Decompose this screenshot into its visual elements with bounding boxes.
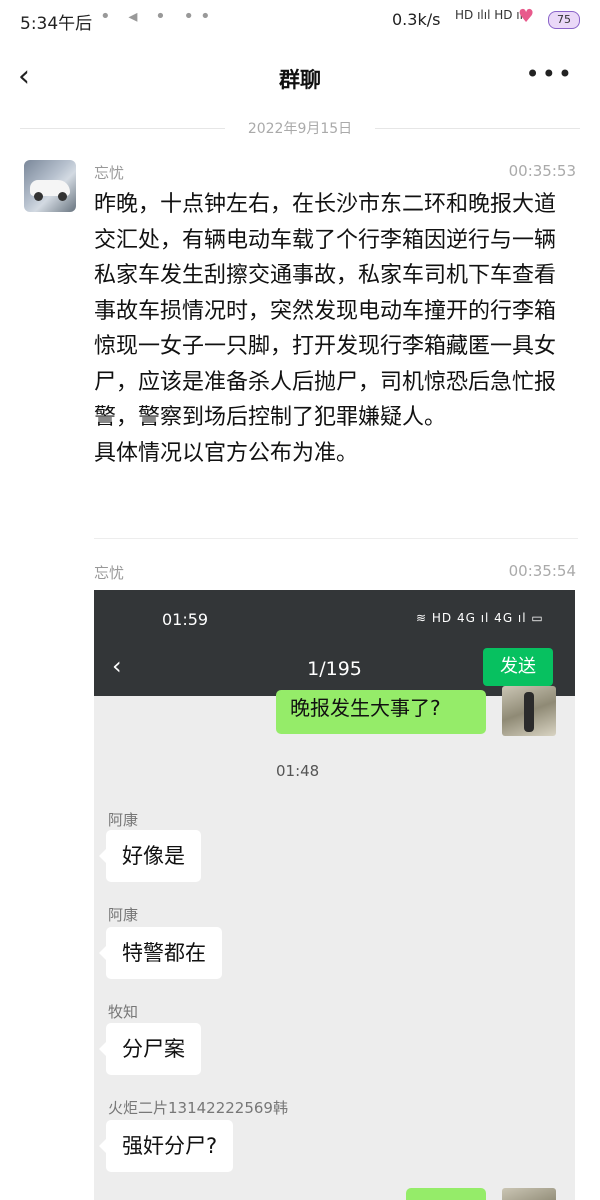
shared-screenshot-image[interactable]: 01:59 ≋ HD 4G ıl 4G ıl ▭ ‹ 1/195 发送 晚报发生… xyxy=(94,590,575,1200)
message-text[interactable]: 昨晚，十点钟左右，在长沙市东二环和晚报大道交汇处，有辆电动车载了个行李箱因逆行与… xyxy=(94,187,572,471)
notification-icons: • ◂ • •• xyxy=(100,6,217,27)
more-options-icon[interactable]: ••• xyxy=(526,60,574,88)
screenshot-status-icons: ≋ HD 4G ıl 4G ıl ▭ xyxy=(416,611,544,625)
date-divider: 2022年9月15日 xyxy=(20,118,580,138)
screenshot-sender: 阿康 xyxy=(108,811,139,829)
message-sender: 忘忧 xyxy=(94,164,125,182)
screenshot-header: 01:59 ≋ HD 4G ıl 4G ıl ▭ ‹ 1/195 发送 xyxy=(94,590,575,696)
screenshot-send-button: 发送 xyxy=(483,648,553,686)
screenshot-bubble: 分尸案 xyxy=(99,1023,201,1075)
nav-bar: ‹ 群聊 ••• xyxy=(0,42,600,112)
network-speed: 0.3k/s xyxy=(392,10,441,29)
screenshot-sender: 火炬二片13142222569韩 xyxy=(108,1099,288,1117)
screenshot-timestamp: 01:48 xyxy=(276,762,320,780)
status-time: 5:34午后 xyxy=(20,14,93,34)
screenshot-bubble: 特警都在 xyxy=(99,927,222,979)
message-divider xyxy=(94,538,578,539)
person-figure xyxy=(524,692,534,732)
page-title: 群聊 xyxy=(279,68,321,92)
message-time: 00:35:54 xyxy=(508,562,576,580)
screenshot-sender: 阿康 xyxy=(108,906,139,924)
avatar[interactable] xyxy=(24,160,76,212)
screenshot-my-message: 晚报发生大事了? xyxy=(276,690,486,734)
screenshot-bubble: 好像是 xyxy=(99,830,201,882)
screenshot-my-avatar xyxy=(502,686,556,736)
status-bar: 5:34午后 • ◂ • •• 0.3k/s HD ılıl HD ılıl ♥… xyxy=(0,0,600,40)
screenshot-bubble: 强奸分尸? xyxy=(98,1120,234,1172)
screenshot-partial-bubble xyxy=(406,1188,486,1200)
heart-icon: ♥ xyxy=(518,6,535,27)
message-sender: 忘忧 xyxy=(94,564,125,582)
message-time: 00:35:53 xyxy=(508,162,576,180)
screenshot-sender: 牧知 xyxy=(108,1003,139,1021)
screenshot-partial-avatar xyxy=(502,1188,556,1200)
wheel xyxy=(58,192,67,201)
battery-icon: 75 xyxy=(548,11,580,29)
wheel xyxy=(34,192,43,201)
screenshot-time: 01:59 xyxy=(162,610,209,629)
